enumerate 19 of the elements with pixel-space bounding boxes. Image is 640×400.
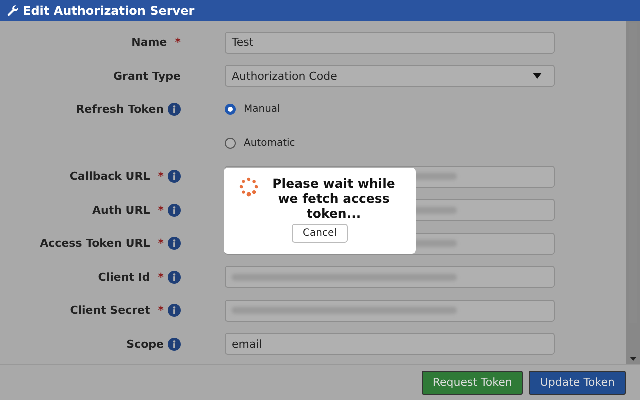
required-mark: * <box>175 36 181 50</box>
required-mark: * <box>158 170 164 184</box>
required-mark: * <box>158 270 164 284</box>
field-label: Access Token URL <box>40 237 150 250</box>
field-label: Callback URL <box>70 170 150 184</box>
field-label: Client Id <box>98 270 150 284</box>
field-label: Auth URL <box>92 204 150 217</box>
radio-label: Automatic <box>244 138 296 149</box>
window-title: Edit Authorization Server <box>23 4 195 18</box>
wait-message: Please wait while we fetch access token... <box>272 176 396 221</box>
field-label: Scope <box>126 338 164 351</box>
required-mark: * <box>158 237 164 250</box>
field-label: Client Secret <box>70 304 150 318</box>
radio-label: Manual <box>244 104 280 116</box>
field-label: Grant Type <box>114 70 181 83</box>
required-mark: * <box>158 204 164 217</box>
required-mark: * <box>158 304 164 318</box>
field-label: Refresh Token <box>76 103 164 116</box>
field-label: Name <box>132 36 168 50</box>
